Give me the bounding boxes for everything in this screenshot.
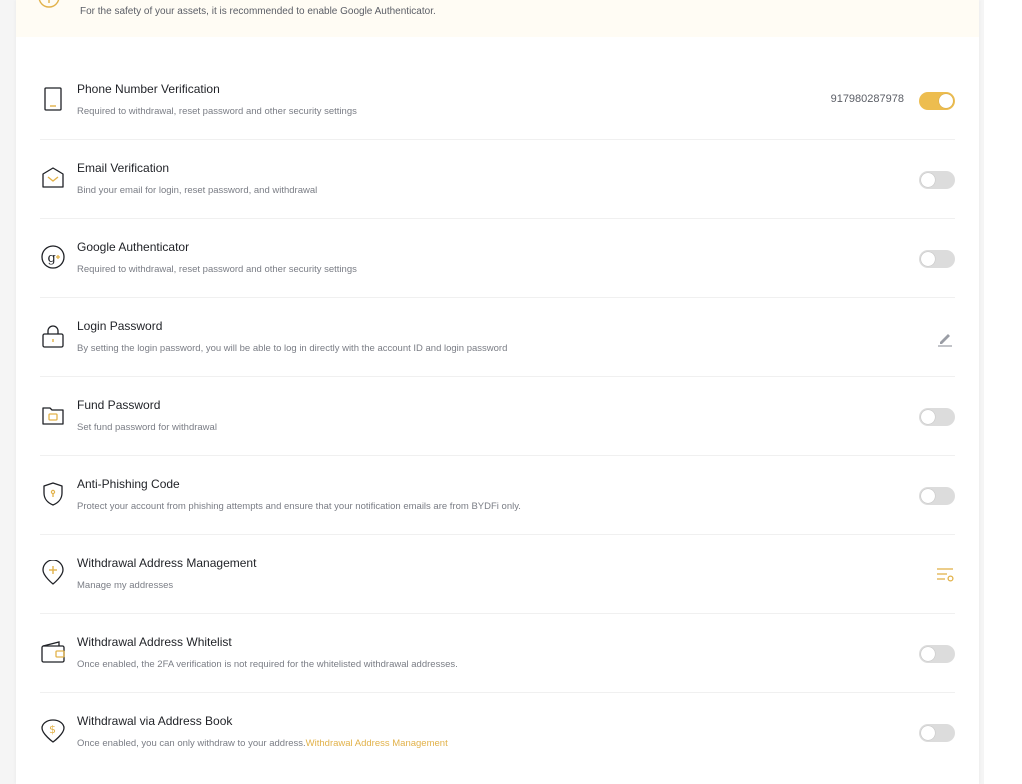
item-description: By setting the login password, you will … [77, 343, 508, 354]
lock-icon [42, 325, 64, 348]
edit-pencil-icon[interactable] [935, 328, 955, 348]
svg-text:$: $ [49, 723, 56, 736]
item-title: Google Authenticator [77, 240, 190, 254]
security-item-withdrawal-address-management: Withdrawal Address Management Manage my … [40, 535, 955, 614]
google-authenticator-icon: g [41, 245, 65, 269]
map-pin-dollar-icon: $ [41, 719, 65, 743]
item-title: Login Password [77, 319, 163, 333]
email-verification-toggle[interactable] [919, 171, 955, 189]
security-item-phone-verification: Phone Number Verification Required to wi… [40, 61, 955, 140]
security-card: For the safety of your assets, it is rec… [16, 0, 979, 784]
security-item-anti-phishing-code: Anti-Phishing Code Protect your account … [40, 456, 955, 535]
item-description: Once enabled, the 2FA verification is no… [77, 659, 458, 670]
item-description: Bind your email for login, reset passwor… [77, 185, 318, 196]
security-item-fund-password: Fund Password Set fund password for with… [40, 377, 955, 456]
item-description: Required to withdrawal, reset password a… [77, 264, 357, 275]
item-description: Manage my addresses [77, 580, 174, 591]
security-settings-page: For the safety of your assets, it is rec… [0, 0, 1022, 784]
wallet-icon [41, 641, 65, 663]
security-item-google-authenticator: g Google Authenticator Required to withd… [40, 219, 955, 298]
svg-text:g: g [48, 251, 56, 266]
toggle-knob [921, 252, 935, 266]
description-text: Once enabled, you can only withdraw to y… [77, 738, 306, 749]
phone-icon [44, 87, 62, 111]
item-title: Anti-Phishing Code [77, 477, 180, 491]
item-title: Withdrawal Address Whitelist [77, 635, 232, 649]
envelope-icon [42, 167, 64, 188]
phone-verification-toggle[interactable] [919, 92, 955, 110]
item-title: Phone Number Verification [77, 82, 220, 96]
right-panel-edge [984, 0, 1022, 784]
google-authenticator-toggle[interactable] [919, 250, 955, 268]
item-title: Email Verification [77, 161, 170, 175]
toggle-knob [921, 410, 935, 424]
item-description: Once enabled, you can only withdraw to y… [77, 738, 448, 749]
item-title: Fund Password [77, 398, 161, 412]
info-circle-icon [38, 0, 60, 8]
toggle-knob [921, 489, 935, 503]
item-description: Set fund password for withdrawal [77, 422, 217, 433]
item-description: Required to withdrawal, reset password a… [77, 106, 357, 117]
shield-icon [43, 482, 63, 506]
withdrawal-address-management-link[interactable]: Withdrawal Address Management [306, 738, 448, 749]
item-title: Withdrawal via Address Book [77, 714, 233, 728]
security-recommendation-banner: For the safety of your assets, it is rec… [16, 0, 979, 37]
fund-password-toggle[interactable] [919, 408, 955, 426]
address-book-toggle[interactable] [919, 724, 955, 742]
banner-text: For the safety of your assets, it is rec… [80, 6, 436, 17]
toggle-knob [921, 173, 935, 187]
item-title: Withdrawal Address Management [77, 556, 257, 570]
phone-number-value: 917980287978 [830, 93, 904, 105]
folder-lock-icon [42, 407, 64, 425]
map-pin-plus-icon [42, 560, 64, 585]
toggle-knob [921, 647, 935, 661]
address-whitelist-toggle[interactable] [919, 645, 955, 663]
security-item-withdrawal-address-whitelist: Withdrawal Address Whitelist Once enable… [40, 614, 955, 693]
toggle-knob [939, 94, 953, 108]
security-item-list: Phone Number Verification Required to wi… [40, 61, 955, 772]
security-item-email-verification: Email Verification Bind your email for l… [40, 140, 955, 219]
toggle-knob [921, 726, 935, 740]
list-settings-icon[interactable] [935, 565, 955, 585]
anti-phishing-toggle[interactable] [919, 487, 955, 505]
security-item-login-password: Login Password By setting the login pass… [40, 298, 955, 377]
item-description: Protect your account from phishing attem… [77, 501, 521, 512]
security-item-withdrawal-via-address-book: $ Withdrawal via Address Book Once enabl… [40, 693, 955, 772]
